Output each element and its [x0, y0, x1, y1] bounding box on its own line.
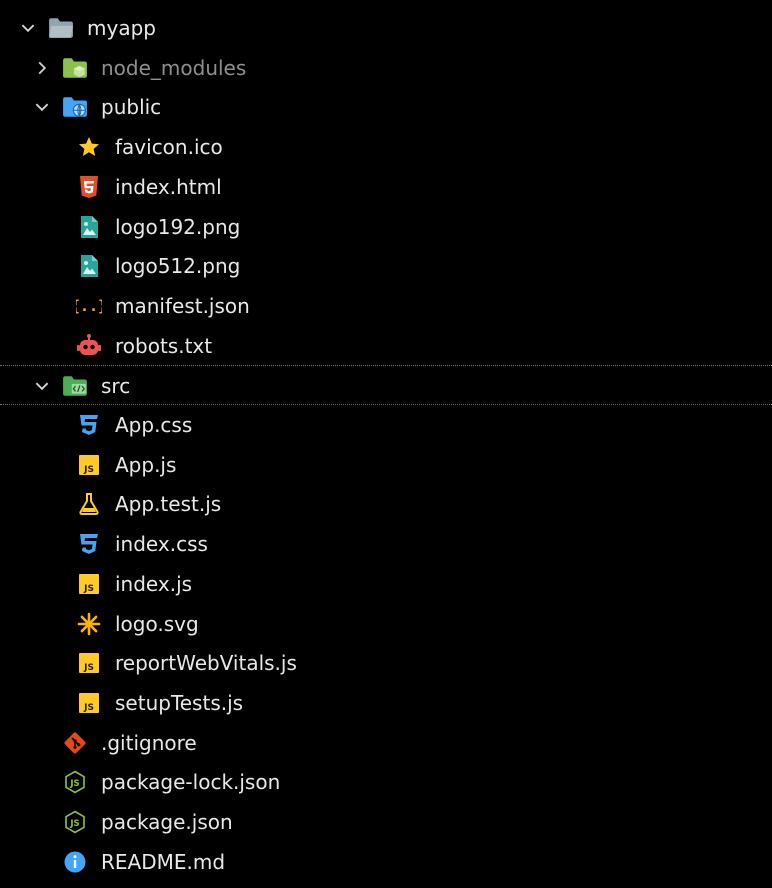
folder-row-public[interactable]: public [0, 87, 772, 127]
src-folder-icon [62, 373, 88, 399]
chevron-down-icon[interactable] [16, 8, 40, 48]
js-icon: JS [76, 452, 102, 478]
js-icon: JS [76, 690, 102, 716]
svg-text:JS: JS [69, 819, 79, 829]
tree-item-label: README.md [101, 850, 226, 874]
css-icon [76, 531, 102, 557]
file-row-manifest-json[interactable]: {..} manifest.json [0, 286, 772, 326]
file-row-app-js[interactable]: JS App.js [0, 445, 772, 485]
node-modules-folder-icon [62, 55, 88, 81]
json-braces-icon: {..} [76, 293, 102, 319]
file-row-index-js[interactable]: JS index.js [0, 564, 772, 604]
folder-row-myapp[interactable]: myapp [0, 8, 772, 48]
tree-item-label: package-lock.json [101, 770, 281, 794]
file-row-logo192-png[interactable]: logo192.png [0, 207, 772, 247]
file-row-logo-svg[interactable]: logo.svg [0, 604, 772, 644]
svg-text:JS: JS [83, 663, 94, 673]
tree-item-label: index.css [115, 532, 208, 556]
html5-icon [76, 174, 102, 200]
tree-item-label: manifest.json [115, 294, 250, 318]
file-row-package-lock-json[interactable]: JS package-lock.json [0, 762, 772, 802]
robot-icon [76, 333, 102, 359]
folder-row-src[interactable]: src [0, 365, 772, 405]
file-row-app-css[interactable]: App.css [0, 405, 772, 445]
image-icon [76, 214, 102, 240]
file-row-robots-txt[interactable]: robots.txt [0, 326, 772, 366]
tree-item-label: public [101, 95, 162, 119]
chevron-down-icon[interactable] [30, 87, 54, 127]
image-icon [76, 253, 102, 279]
git-icon [62, 730, 88, 756]
tree-item-label: logo.svg [115, 612, 199, 636]
folder-icon [48, 15, 74, 41]
file-row-index-css[interactable]: index.css [0, 524, 772, 564]
chevron-right-icon[interactable] [30, 48, 54, 88]
file-row-favicon-ico[interactable]: favicon.ico [0, 127, 772, 167]
file-row-app-test-js[interactable]: App.test.js [0, 484, 772, 524]
tree-item-label: reportWebVitals.js [115, 651, 297, 675]
file-row-setuptests-js[interactable]: JS setupTests.js [0, 683, 772, 723]
tree-item-label: index.js [115, 572, 193, 596]
svg-text:JS: JS [83, 584, 94, 594]
file-row-reportwebvitals-js[interactable]: JS reportWebVitals.js [0, 643, 772, 683]
tree-item-label: src [101, 374, 131, 398]
file-row-logo512-png[interactable]: logo512.png [0, 246, 772, 286]
tree-item-label: index.html [115, 175, 222, 199]
file-row-readme-md[interactable]: README.md [0, 842, 772, 882]
svg-text:JS: JS [83, 465, 94, 475]
public-folder-icon [62, 94, 88, 120]
nodejs-icon: JS [62, 809, 88, 835]
tree-item-label: favicon.ico [115, 135, 223, 159]
tree-item-label: myapp [87, 16, 156, 40]
tree-item-label: .gitignore [101, 731, 197, 755]
tree-item-label: package.json [101, 810, 233, 834]
star-icon [76, 134, 102, 160]
tree-item-label: logo512.png [115, 254, 241, 278]
folder-row-node-modules[interactable]: node_modules [0, 48, 772, 88]
file-row-index-html[interactable]: index.html [0, 167, 772, 207]
tree-item-label: App.test.js [115, 492, 222, 516]
tree-item-label: logo192.png [115, 215, 241, 239]
svg-asterisk-icon [76, 611, 102, 637]
tree-item-label: setupTests.js [115, 691, 244, 715]
file-row-gitignore[interactable]: .gitignore [0, 723, 772, 763]
nodejs-icon: JS [62, 769, 88, 795]
tree-item-label: App.css [115, 413, 193, 437]
svg-text:JS: JS [83, 703, 94, 713]
svg-text:{..}: {..} [76, 297, 102, 315]
js-icon: JS [76, 571, 102, 597]
file-explorer-tree: myapp node_modulespublic favicon.ico index.… [0, 0, 772, 888]
test-flask-icon [76, 491, 102, 517]
info-icon [62, 849, 88, 875]
file-row-package-json[interactable]: JS package.json [0, 802, 772, 842]
chevron-down-icon[interactable] [30, 366, 54, 406]
tree-item-label: robots.txt [115, 334, 213, 358]
css-icon [76, 412, 102, 438]
tree-item-label: node_modules [101, 56, 247, 80]
js-icon: JS [76, 650, 102, 676]
svg-text:JS: JS [69, 779, 79, 789]
tree-item-label: App.js [115, 453, 177, 477]
